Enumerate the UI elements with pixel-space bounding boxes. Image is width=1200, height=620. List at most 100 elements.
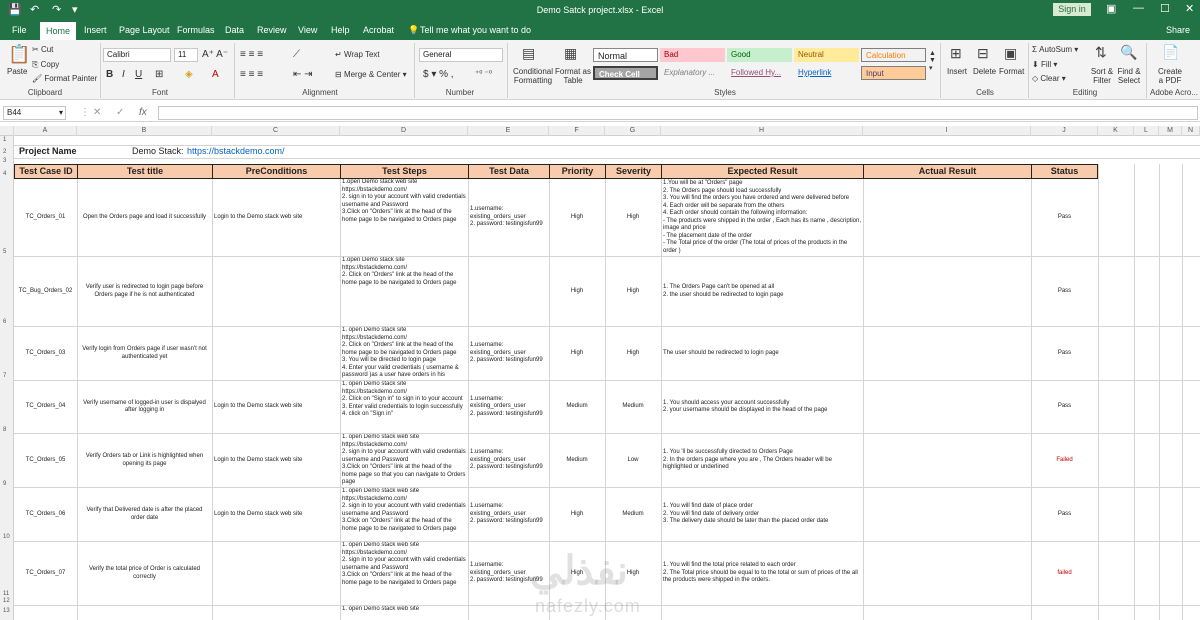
insert-cells-button[interactable]: Insert (947, 67, 967, 76)
style-neutral[interactable]: Neutral (794, 48, 859, 62)
cell-preconditions[interactable] (214, 542, 338, 605)
cell-expected-result[interactable]: The user should be redirected to login p… (663, 327, 861, 380)
row-header[interactable]: 1 (0, 137, 14, 143)
cell-status[interactable]: Pass (1033, 488, 1096, 541)
cell-preconditions[interactable]: Login to the Demo stack web site (214, 488, 338, 541)
currency-icon[interactable]: $ ▾ % , (423, 69, 454, 80)
tell-me-search[interactable]: Tell me what you want to do (420, 23, 531, 40)
row-header[interactable]: 7 (0, 373, 14, 379)
column-header[interactable]: E (468, 126, 549, 136)
cell-test-steps[interactable]: 1. open Demo stack site https://bstackde… (342, 327, 466, 380)
cell-expected-result[interactable]: 1.You will be at "Orders" page 2. The Or… (663, 179, 861, 256)
tab-acrobat[interactable]: Acrobat (363, 23, 394, 40)
row-header[interactable]: 6 (0, 319, 14, 325)
cell-priority[interactable]: High (551, 488, 603, 541)
format-table-icon[interactable]: ▦ (564, 45, 577, 62)
column-header[interactable]: C (212, 126, 340, 136)
tab-page-layout[interactable]: Page Layout (119, 23, 170, 40)
cancel-icon[interactable]: ✕ (93, 107, 101, 118)
cell-test-case-id[interactable]: TC_Orders_06 (16, 488, 75, 541)
cell-test-title[interactable]: Verify Orders tab or Link is highlighted… (79, 434, 210, 487)
tab-file[interactable]: File (12, 23, 27, 40)
cell-expected-result[interactable]: 1. You will find date of place order 2. … (663, 488, 861, 541)
maximize-icon[interactable]: ☐ (1160, 2, 1170, 15)
font-grow-icon[interactable]: A⁺ A⁻ (202, 49, 228, 60)
enter-icon[interactable]: ✓ (116, 107, 124, 118)
cell-test-data[interactable]: 1.username: existing_orders_user 2. pass… (470, 488, 547, 541)
align-top-icon[interactable]: ≡ ≡ ≡ (240, 49, 263, 60)
delete-cells-button[interactable]: Delete (973, 67, 996, 76)
cell-severity[interactable]: High (607, 179, 659, 256)
column-header[interactable]: F (549, 126, 605, 136)
tab-formulas[interactable]: Formulas (177, 23, 215, 40)
sort-filter-icon[interactable]: ⇅ (1095, 44, 1107, 61)
close-icon[interactable]: ✕ (1185, 2, 1194, 15)
column-header[interactable]: G (605, 126, 661, 136)
cell-test-case-id[interactable]: TC_Orders_01 (16, 179, 75, 256)
cell-test-steps[interactable]: 1. open Demo stack web site https://bsta… (342, 542, 466, 605)
cell-test-title[interactable]: Verify login from Orders page if user wa… (79, 327, 210, 380)
column-header[interactable]: H (661, 126, 863, 136)
cell-severity[interactable]: High (607, 327, 659, 380)
save-icon[interactable]: 💾 (8, 3, 22, 16)
row-header[interactable]: 4 (0, 171, 14, 177)
tab-review[interactable]: Review (257, 23, 287, 40)
cell-status[interactable]: Pass (1033, 381, 1096, 433)
fill-color-icon[interactable]: ◈ (185, 69, 193, 80)
paste-icon[interactable]: 📋 (8, 44, 30, 65)
style-hyperlink[interactable]: Hyperlink (794, 66, 859, 80)
cell-test-title[interactable]: Verify user is redirected to login page … (79, 257, 210, 326)
cell-status[interactable] (1033, 606, 1096, 620)
style-explanatory[interactable]: Explanatory ... (660, 66, 725, 80)
cell-status[interactable]: Pass (1033, 179, 1096, 256)
cell-test-title[interactable]: Verify the total price of Order is calcu… (79, 542, 210, 605)
indent-icon[interactable]: ⇤ ⇥ (293, 69, 313, 80)
column-header[interactable]: K (1098, 126, 1134, 136)
autosum-button[interactable]: Σ AutoSum ▾ (1032, 45, 1078, 54)
cell-severity[interactable]: Medium (607, 381, 659, 433)
redo-icon[interactable]: ↷ (52, 3, 61, 16)
tab-data[interactable]: Data (225, 23, 244, 40)
borders-icon[interactable]: ⊞ (155, 69, 163, 80)
column-header[interactable]: B (77, 126, 212, 136)
minimize-icon[interactable]: — (1133, 2, 1144, 14)
column-header[interactable]: A (14, 126, 77, 136)
name-box[interactable]: B44 ▾ (3, 106, 66, 120)
insert-cells-icon[interactable]: ⊞ (950, 45, 962, 62)
name-box-dropdown-icon[interactable]: ▾ (59, 107, 63, 119)
font-size-select[interactable]: 11 (174, 48, 198, 62)
create-pdf-button[interactable]: Create a PDF (1156, 67, 1184, 85)
style-normal[interactable]: Normal (593, 48, 658, 62)
orientation-icon[interactable]: ⟋ (293, 49, 300, 60)
column-header[interactable]: M (1159, 126, 1182, 136)
cell-test-data[interactable]: 1.username: existing_orders_user 2. pass… (470, 327, 547, 380)
format-as-table-button[interactable]: Format as Table (555, 67, 591, 85)
share-button[interactable]: Share (1166, 23, 1190, 40)
tab-view[interactable]: View (298, 23, 317, 40)
row-header[interactable]: 11 (0, 591, 14, 597)
italic-icon[interactable]: I (122, 69, 125, 80)
pdf-icon[interactable]: 📄 (1162, 44, 1179, 61)
cell-preconditions[interactable] (214, 257, 338, 326)
row-header[interactable]: 9 (0, 481, 14, 487)
cell-preconditions[interactable]: Login to the Demo stack web site (214, 381, 338, 433)
align-left-icon[interactable]: ≡ ≡ ≡ (240, 69, 263, 80)
clear-button[interactable]: ◇ Clear ▾ (1032, 74, 1066, 83)
styles-scroll-icon[interactable]: ▲ ▼ ▾ (929, 50, 936, 72)
cell-test-steps[interactable]: 1. open Demo stack site https://bstackde… (342, 381, 466, 433)
column-header[interactable]: L (1134, 126, 1159, 136)
cell-test-title[interactable] (79, 606, 210, 620)
sign-in-button[interactable]: Sign in (1053, 3, 1091, 16)
format-cells-button[interactable]: Format (999, 67, 1024, 76)
conditional-formatting-icon[interactable]: ▤ (522, 45, 535, 62)
cell-test-steps[interactable]: 1.open Demo stack web site https://bstac… (342, 179, 466, 256)
cell-priority[interactable]: Medium (551, 434, 603, 487)
cell-status[interactable]: Failed (1033, 434, 1096, 487)
row-header[interactable]: 3 (0, 158, 14, 164)
column-header[interactable]: I (863, 126, 1031, 136)
cell-test-case-id[interactable]: TC_Bug_Orders_02 (16, 257, 75, 326)
column-header[interactable]: D (340, 126, 468, 136)
select-all-corner[interactable] (0, 126, 14, 136)
cell-priority[interactable]: High (551, 179, 603, 256)
cell-test-steps[interactable]: 1. open Demo stack web site https://bsta… (342, 434, 466, 487)
